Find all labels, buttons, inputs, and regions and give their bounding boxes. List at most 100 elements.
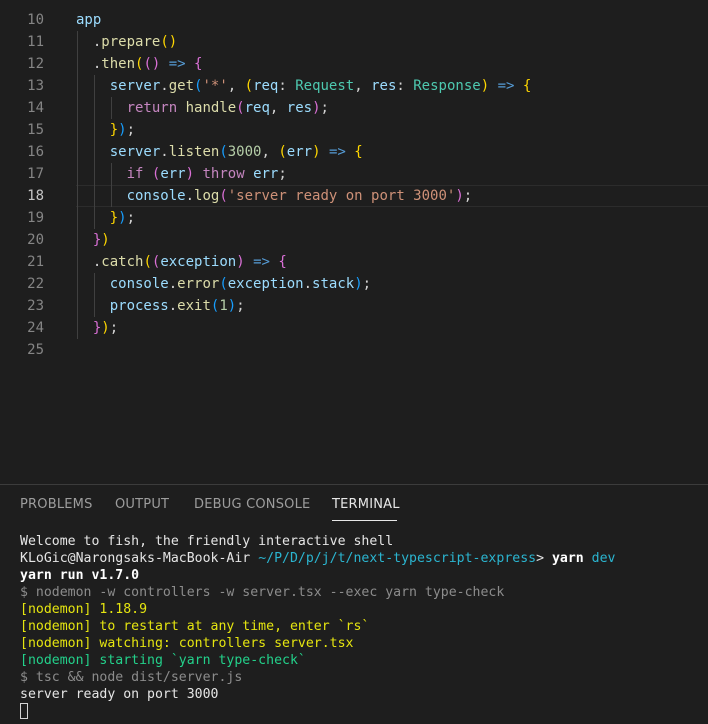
code-token: ; xyxy=(126,122,136,138)
code-token: server xyxy=(76,78,161,94)
code-token: ; xyxy=(320,100,329,116)
line-number: 14 xyxy=(27,100,44,116)
code-token: => xyxy=(168,56,186,72)
code-token: log xyxy=(194,188,220,204)
code-token: , xyxy=(227,78,245,94)
code-text: if (err) throw err; xyxy=(76,163,287,185)
code-token: console xyxy=(76,276,169,292)
terminal-token: [nodemon] 1.18.9 xyxy=(20,602,148,617)
code-line[interactable]: 14 return handle(req, res); xyxy=(0,97,708,119)
code-token: ) xyxy=(185,166,195,182)
code-token: catch xyxy=(101,254,144,270)
code-token: . xyxy=(76,34,102,50)
code-token: ) xyxy=(455,188,464,204)
line-number: 20 xyxy=(27,232,44,248)
indent-guide xyxy=(111,163,112,207)
code-token: throw xyxy=(202,166,245,182)
tab-output[interactable]: OUTPUT xyxy=(115,497,169,512)
terminal-line: [nodemon] to restart at any time, enter … xyxy=(20,618,369,635)
code-text: .then(() => { xyxy=(76,53,203,75)
code-line[interactable]: 13 server.get('*', (req: Request, res: R… xyxy=(0,75,708,97)
code-token: ) xyxy=(227,298,237,314)
code-token: { xyxy=(194,56,203,72)
active-tab-indicator xyxy=(332,520,397,521)
code-token: return xyxy=(126,100,178,116)
code-line[interactable]: 20 }) xyxy=(0,229,708,251)
code-text: return handle(req, res); xyxy=(76,97,329,119)
terminal-line: $ tsc && node dist/server.js xyxy=(20,669,242,686)
code-token: res xyxy=(286,100,313,116)
line-number: 19 xyxy=(27,210,44,226)
line-number: 15 xyxy=(27,122,44,138)
code-line[interactable]: 17 if (err) throw err; xyxy=(0,163,708,185)
code-token: ; xyxy=(109,320,119,336)
code-token: 3000 xyxy=(227,144,262,160)
code-token: . xyxy=(160,144,169,160)
code-text: console.error(exception.stack); xyxy=(76,273,371,295)
tab-terminal[interactable]: TERMINAL xyxy=(332,497,400,512)
code-token: () xyxy=(160,34,178,50)
code-token: ; xyxy=(126,210,136,226)
code-line[interactable]: 22 console.error(exception.stack); xyxy=(0,273,708,295)
tab-problems[interactable]: PROBLEMS xyxy=(20,497,93,512)
code-token: exception xyxy=(227,276,304,292)
code-token: ) xyxy=(101,232,110,248)
code-token: , xyxy=(354,78,372,94)
code-token: '*' xyxy=(202,78,228,94)
code-line[interactable]: 18 console.log('server ready on port 300… xyxy=(0,185,708,207)
terminal-token: > xyxy=(536,551,552,566)
code-token: exit xyxy=(177,298,211,314)
code-line[interactable]: 21 .catch((exception) => { xyxy=(0,251,708,273)
code-line[interactable]: 19 }); xyxy=(0,207,708,229)
code-line[interactable]: 15 }); xyxy=(0,119,708,141)
indent-guide xyxy=(94,273,95,317)
code-token: get xyxy=(168,78,195,94)
code-token: req xyxy=(244,100,270,116)
code-line[interactable]: 23 process.exit(1); xyxy=(0,295,708,317)
terminal-line: $ nodemon -w controllers -w server.tsx -… xyxy=(20,584,504,601)
code-token: ; xyxy=(463,188,473,204)
code-line[interactable]: 24 }); xyxy=(0,317,708,339)
terminal-line: KLoGic@Narongsaks-MacBook-Air ~/P/D/p/j/… xyxy=(20,550,616,567)
code-token: => xyxy=(328,144,346,160)
code-editor[interactable]: 10 app 11 .prepare() 12 .then(() => {13 ser… xyxy=(0,0,708,484)
tab-debug-console[interactable]: DEBUG CONSOLE xyxy=(194,497,310,512)
terminal-line: Welcome to fish, the friendly interactiv… xyxy=(20,533,393,550)
code-token: { xyxy=(354,144,363,160)
code-token: ; xyxy=(278,166,287,182)
line-number: 16 xyxy=(27,144,44,160)
terminal-token: [nodemon] to restart at any time, enter … xyxy=(20,619,370,634)
code-line[interactable]: 12 .then(() => { xyxy=(0,53,708,75)
code-text: process.exit(1); xyxy=(76,295,245,317)
code-token: 1 xyxy=(219,298,228,314)
code-token: , xyxy=(269,100,287,116)
code-token: ( xyxy=(143,254,152,270)
code-line[interactable]: 25 xyxy=(0,339,708,361)
code-line[interactable]: 11 .prepare() xyxy=(0,31,708,53)
code-token: prepare xyxy=(101,34,161,50)
terminal-token: server ready on port 3000 xyxy=(20,687,219,702)
code-token: 'server ready on port 3000' xyxy=(227,188,456,204)
code-token: app xyxy=(76,12,102,28)
code-line[interactable]: 16 server.listen(3000, (err) => { xyxy=(0,141,708,163)
terminal-token: KLoGic@Narongsaks-MacBook-Air xyxy=(20,551,259,566)
code-token: => xyxy=(253,254,270,270)
code-token: . xyxy=(303,276,313,292)
terminal-line: [nodemon] watching: controllers server.t… xyxy=(20,635,353,652)
code-text: }) xyxy=(76,229,110,251)
bottom-panel: PROBLEMS OUTPUT DEBUG CONSOLE TERMINAL W… xyxy=(0,484,708,724)
code-token: Response xyxy=(413,78,481,94)
code-token: req xyxy=(253,78,279,94)
code-text: .catch((exception) => { xyxy=(76,251,287,273)
code-line[interactable]: 10 app xyxy=(0,9,708,31)
